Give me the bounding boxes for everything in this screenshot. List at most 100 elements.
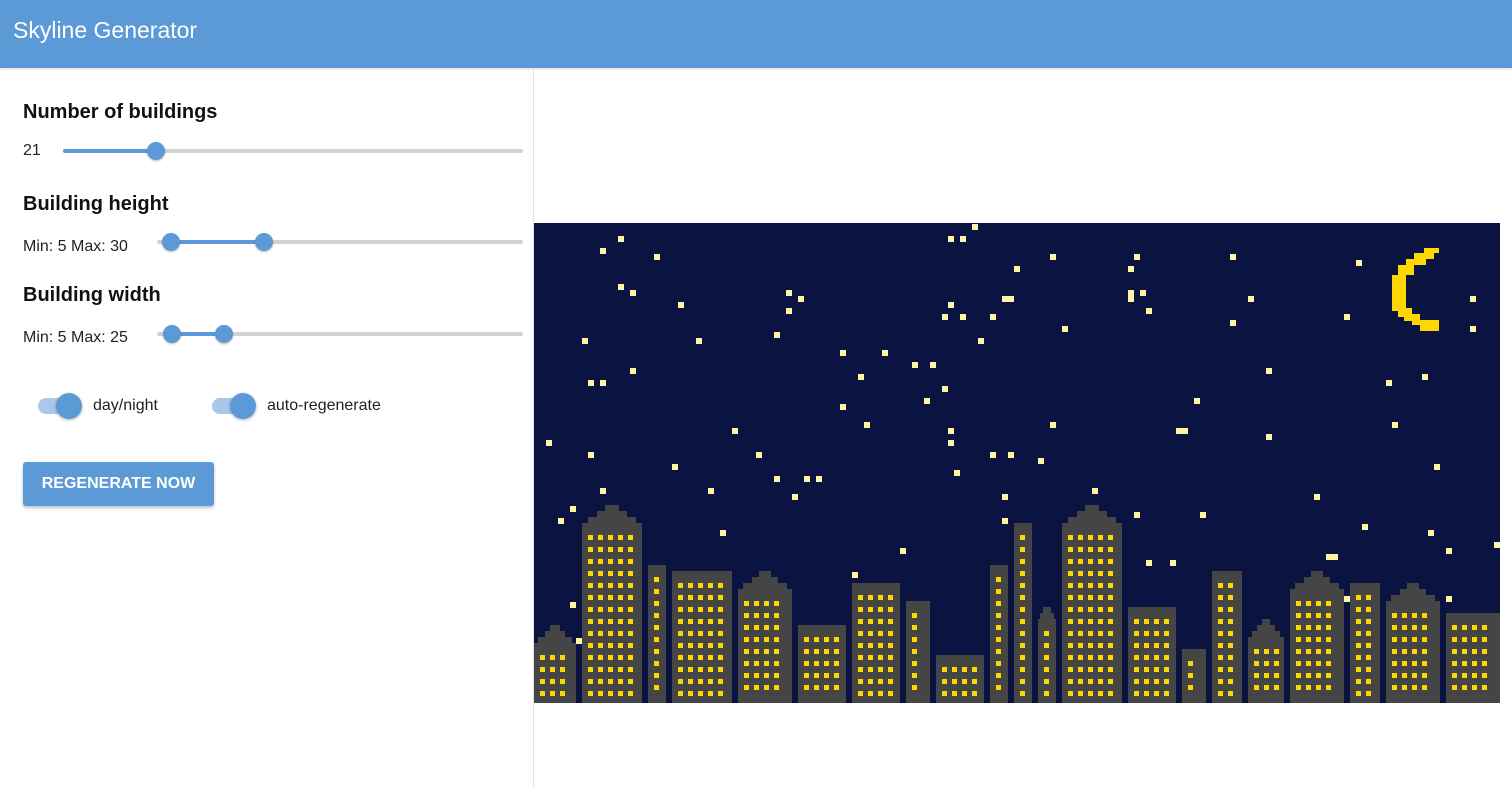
star: [948, 428, 954, 434]
star: [1266, 368, 1272, 374]
star: [840, 404, 846, 410]
star: [1248, 296, 1254, 302]
star: [732, 428, 738, 434]
star: [1428, 530, 1434, 536]
star: [678, 302, 684, 308]
star: [600, 248, 606, 254]
star: [1176, 428, 1182, 434]
slider-fill: [171, 240, 264, 244]
star: [990, 452, 996, 458]
star: [948, 302, 954, 308]
star: [1128, 296, 1134, 302]
star: [1470, 296, 1476, 302]
star: [942, 314, 948, 320]
star: [672, 464, 678, 470]
building: [1290, 571, 1344, 703]
building: [1212, 571, 1242, 703]
building: [1128, 607, 1176, 703]
building-height-range-label: Min: 5 Max: 30: [23, 238, 128, 255]
star: [1314, 494, 1320, 500]
star: [588, 452, 594, 458]
star: [630, 290, 636, 296]
star: [1266, 434, 1272, 440]
star: [1008, 296, 1014, 302]
star: [774, 332, 780, 338]
star: [900, 548, 906, 554]
app-bar: Skyline Generator: [0, 0, 1512, 68]
star: [600, 488, 606, 494]
star: [1002, 494, 1008, 500]
star: [558, 518, 564, 524]
auto-regenerate-switch[interactable]: [212, 393, 256, 419]
star: [864, 422, 870, 428]
star: [978, 338, 984, 344]
building: [582, 505, 642, 703]
buildings-count-thumb[interactable]: [147, 142, 165, 160]
star: [696, 338, 702, 344]
building: [798, 625, 846, 703]
star: [1134, 512, 1140, 518]
star: [774, 476, 780, 482]
control-panel: Number of buildings 21 Building height M…: [0, 68, 534, 787]
star: [1362, 524, 1368, 530]
building-height-max-thumb[interactable]: [255, 233, 273, 251]
auto-regenerate-label: auto-regenerate: [267, 397, 381, 414]
star: [948, 236, 954, 242]
star: [1446, 548, 1452, 554]
building: [672, 571, 732, 703]
star: [1182, 428, 1188, 434]
star: [882, 350, 888, 356]
star: [600, 380, 606, 386]
star: [1050, 422, 1056, 428]
star: [570, 602, 576, 608]
star: [1014, 266, 1020, 272]
star: [816, 476, 822, 482]
star: [1446, 596, 1452, 602]
star: [1470, 326, 1476, 332]
star: [858, 374, 864, 380]
star: [1140, 290, 1146, 296]
star: [924, 398, 930, 404]
star: [1062, 326, 1068, 332]
switch-knob[interactable]: [56, 393, 82, 419]
star: [1392, 422, 1398, 428]
star: [1344, 314, 1350, 320]
building-height-min-thumb[interactable]: [162, 233, 180, 251]
building: [990, 565, 1008, 703]
star: [852, 572, 858, 578]
regenerate-button[interactable]: REGENERATE NOW: [23, 462, 214, 506]
building-width-min-thumb[interactable]: [163, 325, 181, 343]
star: [576, 638, 582, 644]
buildings-count-value: 21: [23, 142, 41, 159]
star: [1146, 560, 1152, 566]
building: [1350, 583, 1380, 703]
star: [1434, 464, 1440, 470]
star: [1332, 554, 1338, 560]
star: [1356, 260, 1362, 266]
star: [1134, 254, 1140, 260]
star: [756, 452, 762, 458]
star: [942, 386, 948, 392]
building: [1182, 649, 1206, 703]
building: [1038, 607, 1056, 703]
star: [1146, 308, 1152, 314]
star: [786, 290, 792, 296]
star: [1002, 518, 1008, 524]
star: [840, 350, 846, 356]
star: [618, 284, 624, 290]
star: [954, 470, 960, 476]
slider-fill: [63, 149, 156, 153]
star: [1002, 296, 1008, 302]
day-night-switch[interactable]: [38, 393, 82, 419]
star: [1230, 320, 1236, 326]
star: [912, 362, 918, 368]
star: [1200, 512, 1206, 518]
building-width-max-thumb[interactable]: [215, 325, 233, 343]
switch-knob[interactable]: [230, 393, 256, 419]
building: [1062, 505, 1122, 703]
building: [852, 583, 900, 703]
star: [654, 254, 660, 260]
star: [930, 362, 936, 368]
star: [708, 488, 714, 494]
star: [630, 368, 636, 374]
